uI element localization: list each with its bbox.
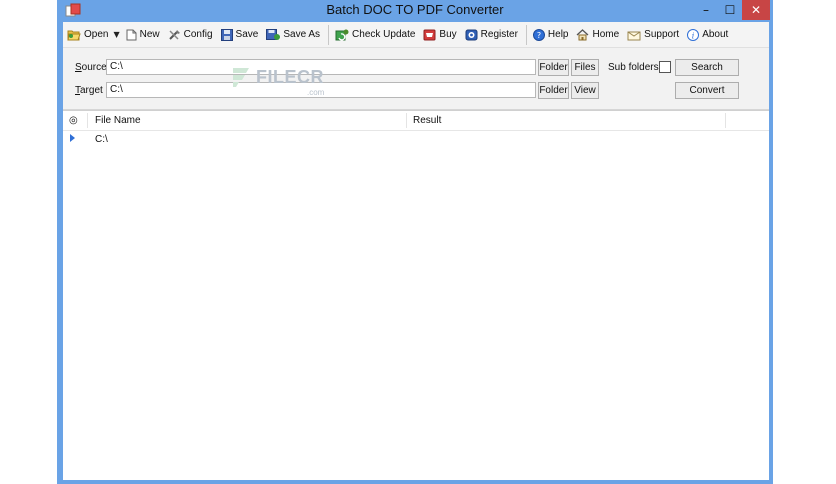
check-update-button[interactable]: Check Update (335, 24, 415, 46)
config-button[interactable]: Config (168, 24, 213, 46)
column-divider (725, 113, 726, 128)
app-window: Batch DOC TO PDF Converter – ☐ ✕ Open ▼ … (57, 0, 773, 484)
toolbar-separator (328, 24, 330, 45)
cart-icon (423, 29, 436, 40)
save-label: Save (235, 29, 259, 40)
client-area: Open ▼ New Config Save Save As Check Upd… (63, 22, 769, 480)
target-folder-button[interactable]: Folder (538, 82, 569, 99)
open-dropdown-icon[interactable]: ▼ (113, 30, 119, 39)
buy-label: Buy (439, 29, 457, 40)
source-folder-button[interactable]: Folder (538, 59, 569, 76)
config-label: Config (183, 29, 213, 40)
status-column-icon: ◎ (69, 115, 78, 126)
source-files-button[interactable]: Files (571, 59, 599, 76)
support-button[interactable]: Support (627, 24, 679, 46)
tools-icon (168, 29, 180, 40)
target-label: Target (75, 85, 103, 96)
view-button[interactable]: View (571, 82, 599, 99)
save-as-label: Save As (283, 29, 321, 40)
about-button[interactable]: i About (687, 24, 728, 46)
help-label: Help (547, 29, 569, 40)
close-button[interactable]: ✕ (742, 0, 770, 20)
maximize-button[interactable]: ☐ (718, 0, 742, 20)
envelope-icon (627, 31, 641, 40)
register-button[interactable]: Register (465, 24, 518, 46)
result-column-header[interactable]: Result (413, 115, 441, 126)
check-update-label: Check Update (352, 29, 416, 40)
table-row[interactable]: C:\ (63, 131, 769, 147)
floppy-disk-icon (220, 28, 233, 41)
info-icon: i (687, 28, 700, 41)
help-button[interactable]: ? Help (532, 24, 569, 46)
source-label: Source (75, 62, 107, 73)
buy-button[interactable]: Buy (423, 24, 457, 46)
svg-text:?: ? (537, 31, 541, 40)
file-name-cell: C:\ (95, 134, 108, 145)
about-label: About (702, 29, 729, 40)
support-label: Support (644, 29, 680, 40)
home-label: Home (592, 29, 620, 40)
file-name-column-header[interactable]: File Name (95, 115, 141, 126)
toolbar: Open ▼ New Config Save Save As Check Upd… (63, 22, 769, 48)
window-title: Batch DOC TO PDF Converter (326, 2, 504, 17)
open-button[interactable]: Open (67, 24, 108, 46)
save-as-icon (266, 28, 281, 40)
new-button[interactable]: New (126, 24, 160, 46)
new-file-icon (126, 29, 137, 40)
grid-header: ◎ File Name Result (63, 111, 769, 131)
update-icon (335, 29, 349, 40)
sub-folders-label: Sub folders (608, 62, 659, 73)
target-path-input[interactable]: C:\ (106, 82, 536, 98)
file-list-grid[interactable]: ◎ File Name Result C:\ (63, 110, 769, 480)
current-row-arrow-icon (70, 134, 75, 142)
home-icon (577, 28, 589, 40)
convert-button[interactable]: Convert (675, 82, 739, 99)
column-divider (87, 113, 88, 128)
title-bar[interactable]: Batch DOC TO PDF Converter – ☐ ✕ (57, 0, 773, 22)
open-label: Open (84, 29, 109, 40)
home-button[interactable]: Home (576, 24, 619, 46)
minimize-button[interactable]: – (694, 0, 718, 20)
save-as-button[interactable]: Save As (266, 24, 320, 46)
search-button[interactable]: Search (675, 59, 739, 76)
settings-panel: Source C:\ Folder Files Sub folders Sear… (63, 49, 769, 110)
sub-folders-checkbox[interactable] (659, 61, 671, 73)
svg-text:i: i (692, 31, 695, 40)
column-divider (406, 113, 407, 128)
source-path-input[interactable]: C:\ (106, 59, 536, 75)
new-label: New (139, 29, 160, 40)
register-icon (465, 29, 478, 40)
folder-open-icon (67, 30, 81, 40)
register-label: Register (480, 29, 518, 40)
save-button[interactable]: Save (220, 24, 259, 46)
help-icon: ? (532, 28, 545, 41)
toolbar-separator (525, 24, 527, 45)
